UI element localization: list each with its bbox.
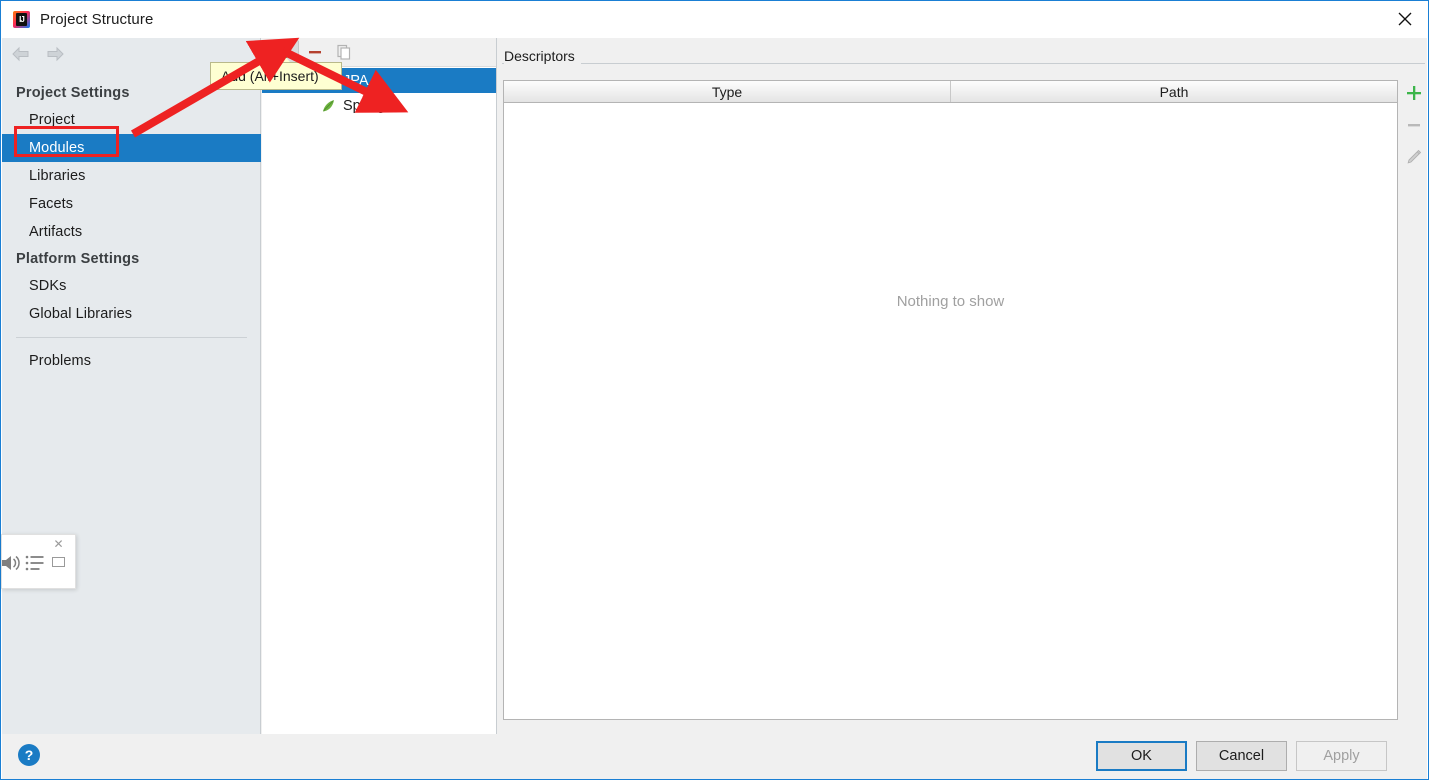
column-header-type[interactable]: Type — [504, 81, 951, 102]
facet-details-pane: Descriptors Type Path Nothing to show — [502, 38, 1427, 764]
close-icon[interactable]: ✕ — [53, 538, 64, 550]
window-title: Project Structure — [40, 11, 154, 28]
sidebar-items: Project Settings Project Modules Librari… — [2, 80, 261, 375]
sidebar-divider — [16, 337, 247, 338]
add-button-tooltip: Add (Alt+Insert) — [210, 62, 342, 90]
help-question-icon[interactable]: ? — [18, 744, 40, 766]
pencil-icon — [1403, 146, 1425, 168]
sidebar-item-sdks[interactable]: SDKs — [2, 272, 261, 300]
sidebar-item-global-libraries[interactable]: Global Libraries — [2, 300, 261, 328]
close-icon[interactable] — [1382, 1, 1428, 37]
column-header-path[interactable]: Path — [951, 81, 1397, 102]
dialog-content: Project Settings Project Modules Librari… — [2, 38, 1427, 764]
settings-sidebar: Project Settings Project Modules Librari… — [2, 38, 261, 734]
sidebar-item-problems[interactable]: Problems — [2, 347, 261, 375]
title-bar: IJ Project Structure — [1, 1, 1428, 38]
tree-item-label: JPA — [343, 72, 369, 89]
copy-button[interactable] — [330, 40, 357, 65]
table-header-row: Type Path — [504, 81, 1397, 103]
remove-descriptor-button — [1403, 114, 1425, 136]
arrow-right-icon[interactable] — [44, 45, 66, 63]
list-icon[interactable] — [25, 554, 45, 572]
descriptors-table: Type Path Nothing to show — [503, 80, 1398, 720]
dialog-button-group: OK Cancel Apply — [1096, 741, 1387, 771]
descriptors-group-label: Descriptors — [504, 48, 581, 64]
cancel-button[interactable]: Cancel — [1196, 741, 1287, 771]
tree-item-spring[interactable]: Spring — [262, 93, 496, 118]
accessibility-widget[interactable]: ✕ — [1, 534, 76, 589]
apply-button: Apply — [1296, 741, 1387, 771]
descriptors-side-toolbar — [1402, 82, 1426, 202]
speaker-icon[interactable] — [1, 553, 23, 573]
project-structure-dialog: IJ Project Structure Project Settings Pr… — [0, 0, 1429, 780]
minimize-icon[interactable] — [52, 557, 65, 567]
sidebar-group-platform-settings: Platform Settings — [16, 251, 140, 267]
sidebar-item-libraries[interactable]: Libraries — [2, 162, 261, 190]
group-divider — [502, 63, 1425, 64]
table-body: Nothing to show — [504, 103, 1397, 718]
sidebar-item-facets[interactable]: Facets — [2, 190, 261, 218]
dialog-footer: ? OK Cancel Apply — [2, 734, 1427, 779]
facets-pane: JPA Spring — [262, 38, 496, 734]
sidebar-item-project[interactable]: Project — [2, 106, 261, 134]
arrow-left-icon[interactable] — [10, 45, 32, 63]
empty-state-text: Nothing to show — [896, 293, 1005, 310]
spring-leaf-icon — [320, 98, 336, 114]
tree-item-label: Spring — [343, 97, 385, 114]
sidebar-item-modules[interactable]: Modules — [2, 134, 261, 162]
intellij-idea-logo-icon: IJ — [13, 11, 30, 28]
ok-button[interactable]: OK — [1096, 741, 1187, 771]
tooltip-pointer — [270, 51, 290, 62]
remove-button[interactable] — [301, 40, 328, 65]
tooltip-text: Add (Alt+Insert) — [221, 68, 319, 84]
sidebar-item-artifacts[interactable]: Artifacts — [2, 218, 261, 246]
add-descriptor-button[interactable] — [1403, 82, 1425, 104]
